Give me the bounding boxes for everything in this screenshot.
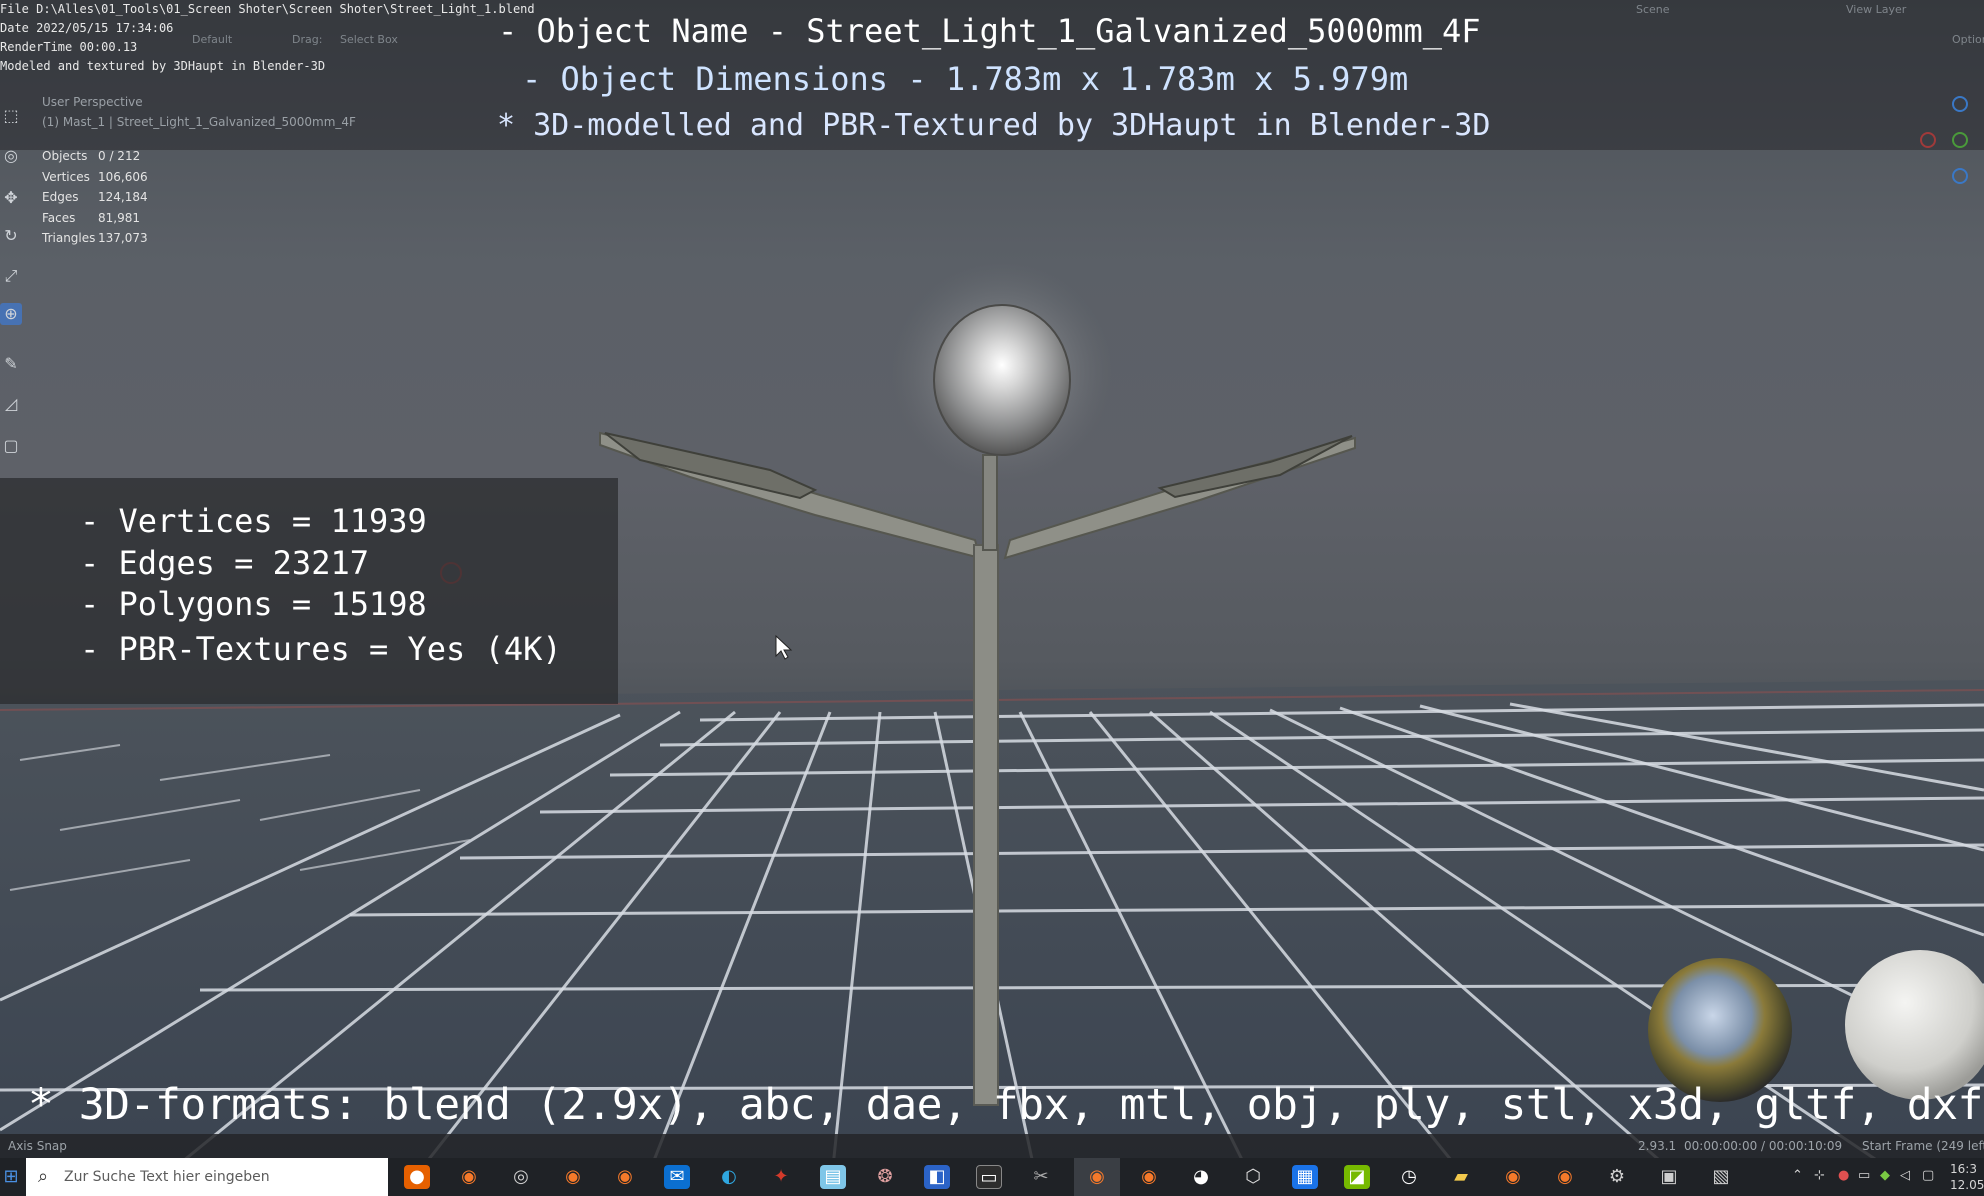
panda-app-icon[interactable]: ◕: [1188, 1165, 1214, 1189]
status-frame: Start Frame (249 left): [1862, 1139, 1984, 1153]
gizmo-neg-z-icon[interactable]: [1952, 168, 1968, 184]
blender-active-icon[interactable]: ◉: [1084, 1165, 1110, 1189]
nvidia-icon[interactable]: ◪: [1344, 1165, 1370, 1189]
taskbar-clock-time[interactable]: 16:3: [1950, 1162, 1977, 1176]
stat-vertices: Vertices 106,606: [42, 169, 148, 184]
tray-status-icon[interactable]: ◆: [1880, 1168, 1890, 1183]
scale-tool-icon[interactable]: ⤢: [0, 265, 22, 287]
stat-triangles: Triangles 137,073: [42, 231, 148, 246]
firefox-icon[interactable]: ●: [404, 1165, 430, 1189]
stat-objects: Objects 0 / 212: [42, 149, 141, 164]
explorer-icon[interactable]: ▰: [1448, 1165, 1474, 1189]
blender-icon-4[interactable]: ◉: [1136, 1165, 1162, 1189]
drag-label: Drag:: [292, 33, 323, 46]
object-name-title: - Object Name - Street_Light_1_Galvanize…: [498, 12, 1481, 50]
obs-icon[interactable]: ◎: [508, 1165, 534, 1189]
scene-selector[interactable]: Scene: [1636, 3, 1670, 21]
active-object-label: (1) Mast_1 | Street_Light_1_Galvanized_5…: [42, 115, 356, 129]
gizmo-z-axis-icon[interactable]: [1952, 96, 1968, 112]
status-time: 00:00:00:00 / 00:00:10:09: [1684, 1139, 1843, 1153]
view-layer-selector[interactable]: View Layer: [1846, 3, 1906, 21]
tray-app-icon[interactable]: ●: [1838, 1168, 1849, 1183]
cursor-tool-icon[interactable]: ◎: [0, 145, 22, 167]
windows-taskbar: ⊞ ⌕ Zur Suche Text hier eingeben ● ◉ ◎ ◉…: [0, 1158, 1984, 1196]
gizmo-y-axis-icon[interactable]: [1952, 132, 1968, 148]
notepad-icon[interactable]: ▤: [820, 1165, 846, 1189]
cube-app-icon[interactable]: ⬡: [1240, 1165, 1266, 1189]
view-perspective-label: User Perspective: [42, 95, 143, 109]
outlook-icon[interactable]: ◧: [924, 1165, 950, 1189]
add-cube-tool-icon[interactable]: ▢: [0, 435, 22, 457]
orientation-dropdown[interactable]: Default: [192, 33, 232, 51]
brain-app-icon[interactable]: ❂: [872, 1165, 898, 1189]
terminal-icon[interactable]: ▭: [976, 1165, 1002, 1189]
scene-statistics: Objects 0 / 212 Vertices 106,606 Edges 124,…: [42, 146, 148, 249]
mouse-cursor-icon: [775, 634, 793, 660]
settings-icon[interactable]: ⚙: [1604, 1165, 1630, 1189]
info-textures: - PBR-Textures = Yes (4K): [80, 630, 562, 668]
object-dimensions: - Object Dimensions - 1.783m x 1.783m x …: [522, 60, 1409, 98]
formats-line: * 3D-formats: blend (2.9x), abc, dae, fb…: [28, 1080, 1983, 1130]
measure-tool-icon[interactable]: ◿: [0, 393, 22, 415]
credit-line: * 3D-modelled and PBR-Textured by 3DHaup…: [497, 108, 1491, 143]
annotate-tool-icon[interactable]: ✎: [0, 353, 22, 375]
tray-battery-icon[interactable]: ▭: [1858, 1168, 1870, 1183]
tray-chevron-icon[interactable]: ⌃: [1792, 1168, 1803, 1183]
blender-icon-6[interactable]: ◉: [1552, 1165, 1578, 1189]
status-axis-snap: Axis Snap: [8, 1139, 67, 1153]
options-menu[interactable]: Options: [1952, 33, 1984, 51]
edge-icon[interactable]: ◐: [716, 1165, 742, 1189]
transform-tool-icon[interactable]: ⊕: [0, 303, 22, 325]
blender-icon-3[interactable]: ◉: [612, 1165, 638, 1189]
mail-icon[interactable]: ✉: [664, 1165, 690, 1189]
stamp-rendertime: RenderTime 00:00.13: [0, 40, 138, 54]
drag-select-dropdown[interactable]: Select Box: [340, 33, 398, 51]
status-bar: Axis Snap 2.93.1 00:00:00:00 / 00:00:10:…: [0, 1134, 1984, 1158]
windows-start-icon[interactable]: ⊞: [0, 1165, 22, 1189]
window-app-icon[interactable]: ▧: [1708, 1165, 1734, 1189]
calendar-icon[interactable]: ▦: [1292, 1165, 1318, 1189]
move-tool-icon[interactable]: ✥: [0, 187, 22, 209]
stamp-modeled: Modeled and textured by 3DHaupt in Blend…: [0, 59, 326, 73]
devices-icon[interactable]: ▣: [1656, 1165, 1682, 1189]
search-icon: ⌕: [38, 1166, 49, 1187]
taskbar-clock-date[interactable]: 12.05: [1950, 1178, 1984, 1192]
stamp-file: File D:\Alles\01_Tools\01_Screen Shoter\…: [0, 2, 535, 16]
info-edges: - Edges = 23217: [80, 544, 369, 582]
taskbar-search-input[interactable]: ⌕ Zur Suche Text hier eingeben: [26, 1158, 388, 1196]
stamp-date: Date 2022/05/15 17:34:06: [0, 21, 174, 35]
info-polygons: - Polygons = 15198: [80, 585, 427, 623]
mesh-info-box: - Vertices = 11939 - Edges = 23217 - Pol…: [0, 478, 618, 704]
select-tool-icon[interactable]: ⬚: [0, 105, 22, 127]
tray-network-icon[interactable]: ⊹: [1814, 1168, 1825, 1183]
gizmo-x-axis-icon[interactable]: [1920, 132, 1936, 148]
blender-icon[interactable]: ◉: [456, 1165, 482, 1189]
search-placeholder: Zur Suche Text hier eingeben: [64, 1169, 270, 1185]
stat-faces: Faces 81,981: [42, 210, 140, 225]
tray-volume-icon[interactable]: ◁: [1900, 1168, 1910, 1183]
info-vertices: - Vertices = 11939: [80, 502, 427, 540]
blender-viewport[interactable]: Default Drag: Select Box Scene View Laye…: [0, 0, 1984, 1196]
tray-monitor-icon[interactable]: ▢: [1922, 1168, 1934, 1183]
stat-edges: Edges 124,184: [42, 190, 148, 205]
blender-icon-2[interactable]: ◉: [560, 1165, 586, 1189]
status-version: 2.93.1: [1638, 1139, 1677, 1153]
tool-shelf: ⬚ ◎ ✥ ↻ ⤢ ⊕ ✎ ◿ ▢: [0, 95, 24, 475]
app-red-icon[interactable]: ✦: [768, 1165, 794, 1189]
rotate-tool-icon[interactable]: ↻: [0, 225, 22, 247]
tool-app-icon[interactable]: ✂: [1028, 1165, 1054, 1189]
clock-app-icon[interactable]: ◷: [1396, 1165, 1422, 1189]
blender-icon-5[interactable]: ◉: [1500, 1165, 1526, 1189]
